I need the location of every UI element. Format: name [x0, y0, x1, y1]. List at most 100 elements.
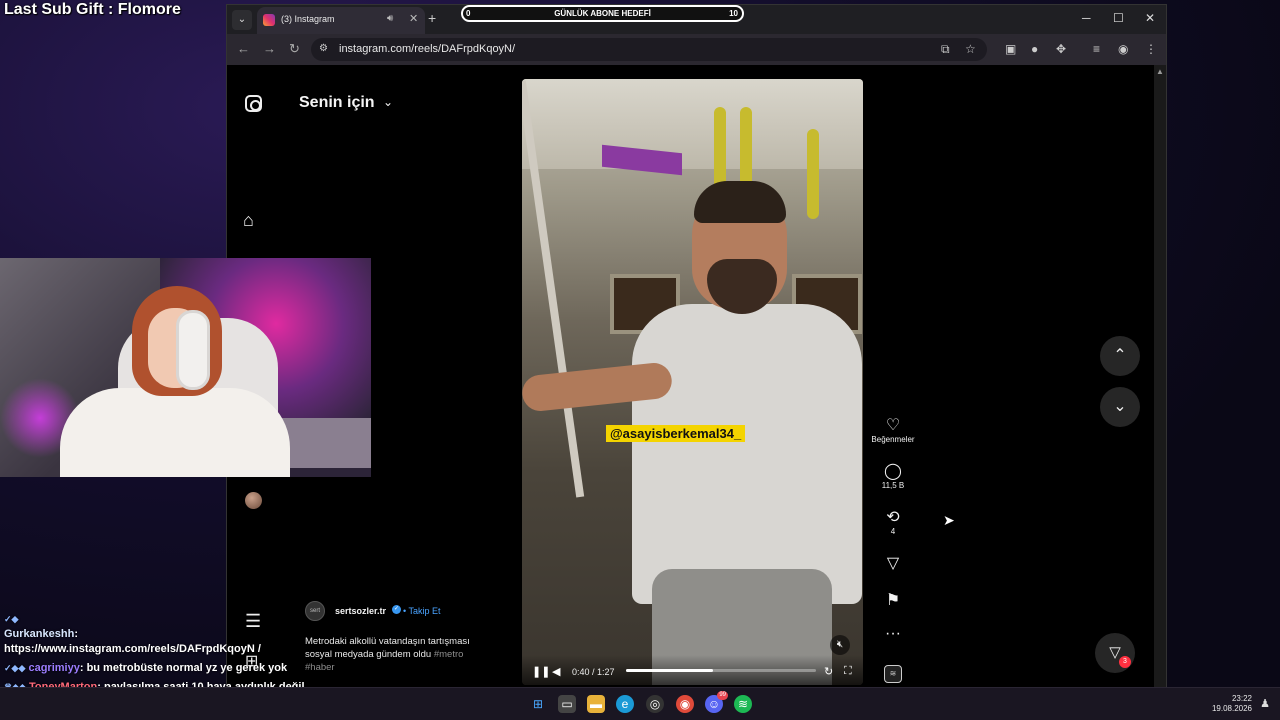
system-clock[interactable]: 23:22 19.08.2026 [1212, 694, 1252, 714]
video-frame-person-body [632, 304, 862, 604]
extension-icon[interactable]: ● [1031, 42, 1038, 56]
author-name[interactable]: sertsozler.tr [335, 606, 386, 616]
video-controls: ❚❚ ◀ 0:40 / 1:27 ↻ ⛶ [522, 655, 863, 685]
messages-button[interactable]: ▽ 3 [1095, 633, 1135, 673]
like-label: Beğenmeler [871, 435, 915, 444]
profile-avatar[interactable] [245, 492, 262, 509]
repost-action[interactable]: ⟲ 4 [867, 507, 919, 536]
replay-icon[interactable]: ↻ [824, 665, 833, 678]
more-options-action[interactable]: ··· [867, 625, 919, 645]
edge-icon[interactable]: e [616, 695, 634, 713]
tab-title: (3) Instagram [281, 14, 335, 24]
tab-instagram[interactable]: (3) Instagram 🔊︎ ✕ [257, 7, 425, 34]
instagram-favicon-icon [263, 14, 275, 26]
chat-username: Gurkankeshh [4, 628, 75, 640]
mute-icon[interactable]: 🔇︎ [830, 635, 850, 655]
close-tab-icon[interactable]: ✕ [409, 12, 418, 25]
close-window-button[interactable]: ✕ [1145, 11, 1155, 25]
chat-text: https://www.instagram.com/reels/DAFrpdKq… [4, 643, 261, 655]
heart-icon[interactable]: ♡ [867, 415, 919, 435]
video-progress-fill [626, 669, 714, 672]
video-frame-strap [807, 129, 819, 219]
start-menu-icon[interactable]: ⊞ [529, 695, 547, 713]
goal-max: 10 [729, 9, 738, 18]
scroll-up-arrow-icon[interactable]: ▲ [1156, 67, 1164, 76]
follow-button[interactable]: • Takip Et [403, 606, 441, 616]
clock-date: 19.08.2026 [1211, 704, 1252, 713]
browser-menu-icon[interactable]: ⋮ [1145, 42, 1157, 56]
maximize-button[interactable]: ☐ [1113, 11, 1124, 25]
repost-count: 4 [890, 527, 896, 536]
reel-caption: Metrodaki alkollü vatandaşın tartışması … [305, 635, 495, 674]
clock-time: 23:22 [1231, 694, 1252, 703]
webcam-headset [176, 310, 210, 390]
pause-icon[interactable]: ❚❚ [532, 665, 550, 678]
chevron-down-icon[interactable]: ⌄ [383, 95, 393, 109]
audio-track-icon[interactable]: ≋ [884, 665, 902, 683]
video-progress-bar[interactable] [626, 669, 816, 672]
instagram-logo-icon[interactable] [245, 95, 262, 112]
back-button[interactable]: ← [237, 41, 250, 56]
discord-icon[interactable]: ☺ 99 [705, 691, 728, 713]
comment-count: 11,5 B [881, 481, 905, 490]
chat-text: bu metrobüste normal yz ye gerek yok [86, 662, 288, 674]
chat-username: cagrimiyy [28, 662, 80, 674]
previous-reel-button[interactable]: ⌃ [1100, 336, 1140, 376]
fullscreen-icon[interactable]: ⛶ [844, 665, 852, 678]
new-tab-button[interactable]: + [428, 10, 436, 26]
chrome-icon[interactable]: ◉ [676, 695, 694, 713]
last-sub-gift-label: Last Sub Gift : Flomore [4, 1, 181, 18]
mouse-cursor-icon: ➤ [943, 512, 955, 528]
home-icon[interactable]: ⌂ [243, 210, 254, 231]
verified-badge-icon: ✓ [392, 605, 401, 614]
taskbar: ⊞ ▭ ▬ e ◎ ◉ ☺ 99 ≋ 23:22 19.08.2026 ♟ [0, 687, 1280, 720]
goal-label: GÜNLÜK ABONE HEDEFİ [554, 9, 651, 18]
comment-icon[interactable]: ◯ [867, 461, 919, 481]
notification-bell-icon[interactable]: ♟ [1260, 697, 1270, 710]
discord-badge: 99 [717, 691, 728, 700]
extensions-puzzle-icon[interactable]: ✥ [1056, 42, 1066, 56]
tab-search-button[interactable]: ⌄ [232, 10, 252, 30]
video-frame-person-hair [694, 181, 786, 223]
obs-icon[interactable]: ◎ [646, 695, 664, 713]
feed-selector[interactable]: Senin için [299, 94, 375, 112]
comment-action[interactable]: ◯ 11,5 B [867, 461, 919, 490]
file-explorer-icon[interactable]: ▬ [587, 695, 605, 713]
browser-toolbar: ← → ↻ ⚙ instagram.com/reels/DAFrpdKqoyN/… [227, 34, 1166, 65]
webcam-person-body [60, 388, 290, 477]
page-scrollbar[interactable]: ▲ [1154, 65, 1166, 688]
like-action[interactable]: ♡ Beğenmeler [867, 415, 919, 444]
save-action[interactable]: ⚑ [867, 590, 919, 610]
task-view-icon[interactable]: ▭ [558, 695, 576, 713]
volume-icon[interactable]: ◀ [552, 665, 560, 678]
bookmark-star-icon[interactable]: ☆ [965, 42, 976, 56]
chat-message: ✓◆ Gurkankeshh: https://www.instagram.co… [4, 614, 261, 655]
more-dots-icon[interactable]: ··· [867, 625, 919, 645]
minimize-button[interactable]: ─ [1082, 11, 1091, 25]
chat-badges-icon: ✓◆◆ [4, 663, 26, 673]
site-info-icon[interactable]: ⚙ [319, 43, 328, 54]
send-icon[interactable]: ▽ [867, 553, 919, 573]
forward-button[interactable]: → [263, 41, 276, 56]
video-time: 0:40 / 1:27 [572, 667, 615, 677]
install-app-icon[interactable]: ⧉ [941, 42, 950, 57]
title-bar: ⌄ (3) Instagram 🔊︎ ✕ + 0 GÜNLÜK ABONE HE… [227, 5, 1166, 34]
reel-video[interactable]: @asayisberkemal34_ 🔇︎ ❚❚ ◀ 0:40 / 1:27 ↻… [522, 79, 863, 685]
spotify-icon[interactable]: ≋ [734, 695, 752, 713]
messages-badge: 3 [1119, 656, 1131, 668]
desktop: Last Sub Gift : Flomore ⌄ (3) Instagram … [0, 0, 1280, 720]
speaker-icon[interactable]: 🔊︎ [387, 13, 393, 24]
address-bar[interactable]: ⚙ instagram.com/reels/DAFrpdKqoyN/ ⧉ ☆ [311, 38, 987, 61]
profile-icon[interactable]: ◉ [1118, 42, 1128, 56]
media-controls-icon[interactable]: ≡ [1093, 42, 1100, 56]
repost-icon[interactable]: ⟲ [867, 507, 919, 527]
share-action[interactable]: ▽ [867, 553, 919, 573]
url-text[interactable]: instagram.com/reels/DAFrpdKqoyN/ [339, 43, 515, 55]
reload-button[interactable]: ↻ [289, 41, 300, 57]
bookmark-icon[interactable]: ⚑ [867, 590, 919, 610]
video-handle-overlay: @asayisberkemal34_ [606, 425, 746, 442]
chat-message: ✓◆◆ cagrimiyy: bu metrobüste normal yz y… [4, 662, 288, 674]
translate-icon[interactable]: ▣ [1005, 42, 1016, 56]
webcam-overlay [0, 258, 371, 477]
next-reel-button[interactable]: ⌄ [1100, 387, 1140, 427]
